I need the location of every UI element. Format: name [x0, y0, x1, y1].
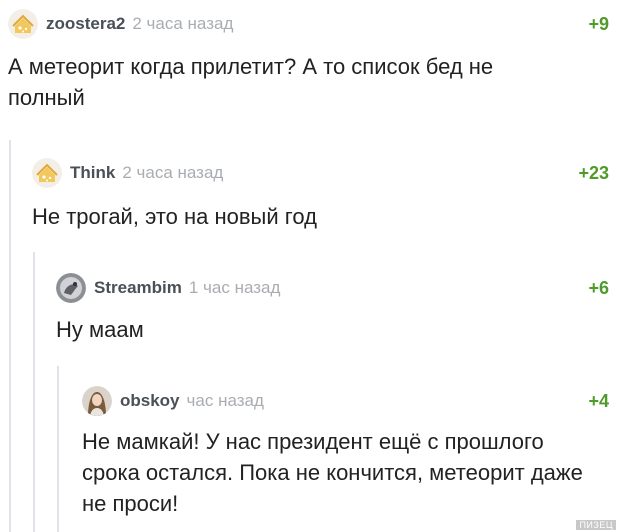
- timestamp[interactable]: час назад: [187, 391, 264, 411]
- timestamp[interactable]: 2 часа назад: [122, 163, 223, 183]
- watermark: ПИЗЕЦ: [576, 520, 616, 530]
- username[interactable]: obskoy: [120, 391, 180, 411]
- comment-header: zoostera2 2 часа назад +9: [8, 9, 620, 39]
- comment-text: Не трогай, это на новый год: [32, 204, 317, 229]
- comment-header: Think 2 часа назад +23: [32, 158, 620, 188]
- comment-text: А метеорит когда прилетит? А то список б…: [8, 54, 494, 110]
- thread-line[interactable]: [9, 140, 11, 532]
- comment: zoostera2 2 часа назад +9 А метеорит ког…: [8, 0, 620, 140]
- rating: +6: [588, 278, 609, 298]
- rating: +9: [588, 14, 609, 34]
- comment: Think 2 часа назад +23 Не трогай, это на…: [32, 140, 620, 250]
- thread-line[interactable]: [57, 366, 59, 532]
- comment: Streambim 1 час назад +6 Ну маам: [56, 252, 620, 362]
- default-avatar-icon[interactable]: [32, 158, 62, 188]
- timestamp[interactable]: 1 час назад: [189, 278, 281, 298]
- username[interactable]: zoostera2: [46, 14, 125, 34]
- comment-header: Streambim 1 час назад +6: [56, 273, 620, 303]
- rating: +23: [578, 163, 609, 183]
- thread-line[interactable]: [33, 252, 35, 532]
- default-avatar-icon[interactable]: [8, 9, 38, 39]
- comment-text: Ну маам: [56, 317, 144, 342]
- comment: obskoy час назад +4 Не мамкай! У нас пре…: [82, 366, 620, 532]
- user-photo-avatar[interactable]: [82, 386, 112, 416]
- rating: +4: [588, 391, 609, 411]
- comment-text: Не мамкай! У нас президент ещё с прошлог…: [82, 429, 583, 516]
- timestamp[interactable]: 2 часа назад: [132, 14, 233, 34]
- username[interactable]: Streambim: [94, 278, 182, 298]
- username[interactable]: Think: [70, 163, 115, 183]
- comment-header: obskoy час назад +4: [82, 386, 620, 416]
- user-photo-avatar[interactable]: [56, 273, 86, 303]
